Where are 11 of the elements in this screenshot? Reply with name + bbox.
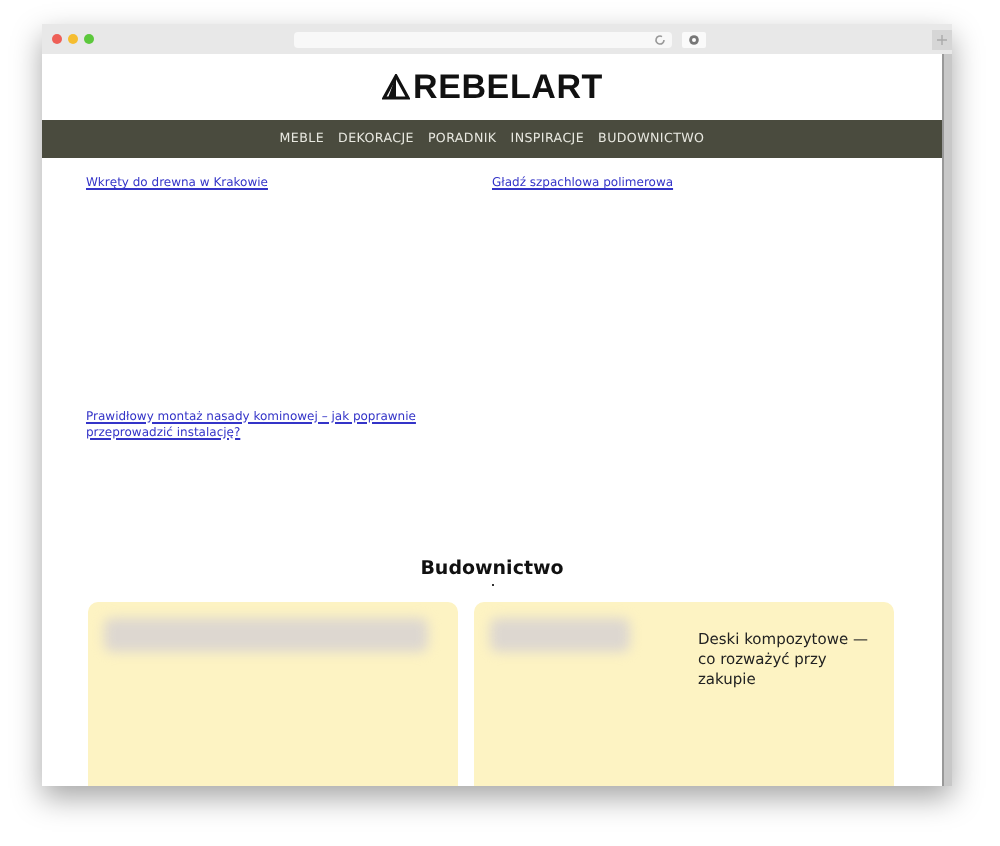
section-heading: Budownictwo: [418, 558, 566, 580]
new-tab-button[interactable]: [932, 29, 952, 49]
address-bar[interactable]: [294, 31, 672, 47]
minimize-dot[interactable]: [68, 34, 78, 44]
close-dot[interactable]: [52, 34, 62, 44]
article-card[interactable]: [88, 602, 458, 786]
reload-icon[interactable]: [654, 33, 666, 45]
blurred-image: [490, 618, 630, 652]
scrollbar[interactable]: [942, 54, 952, 786]
triangle-icon: [381, 74, 410, 100]
zoom-dot[interactable]: [84, 34, 94, 44]
